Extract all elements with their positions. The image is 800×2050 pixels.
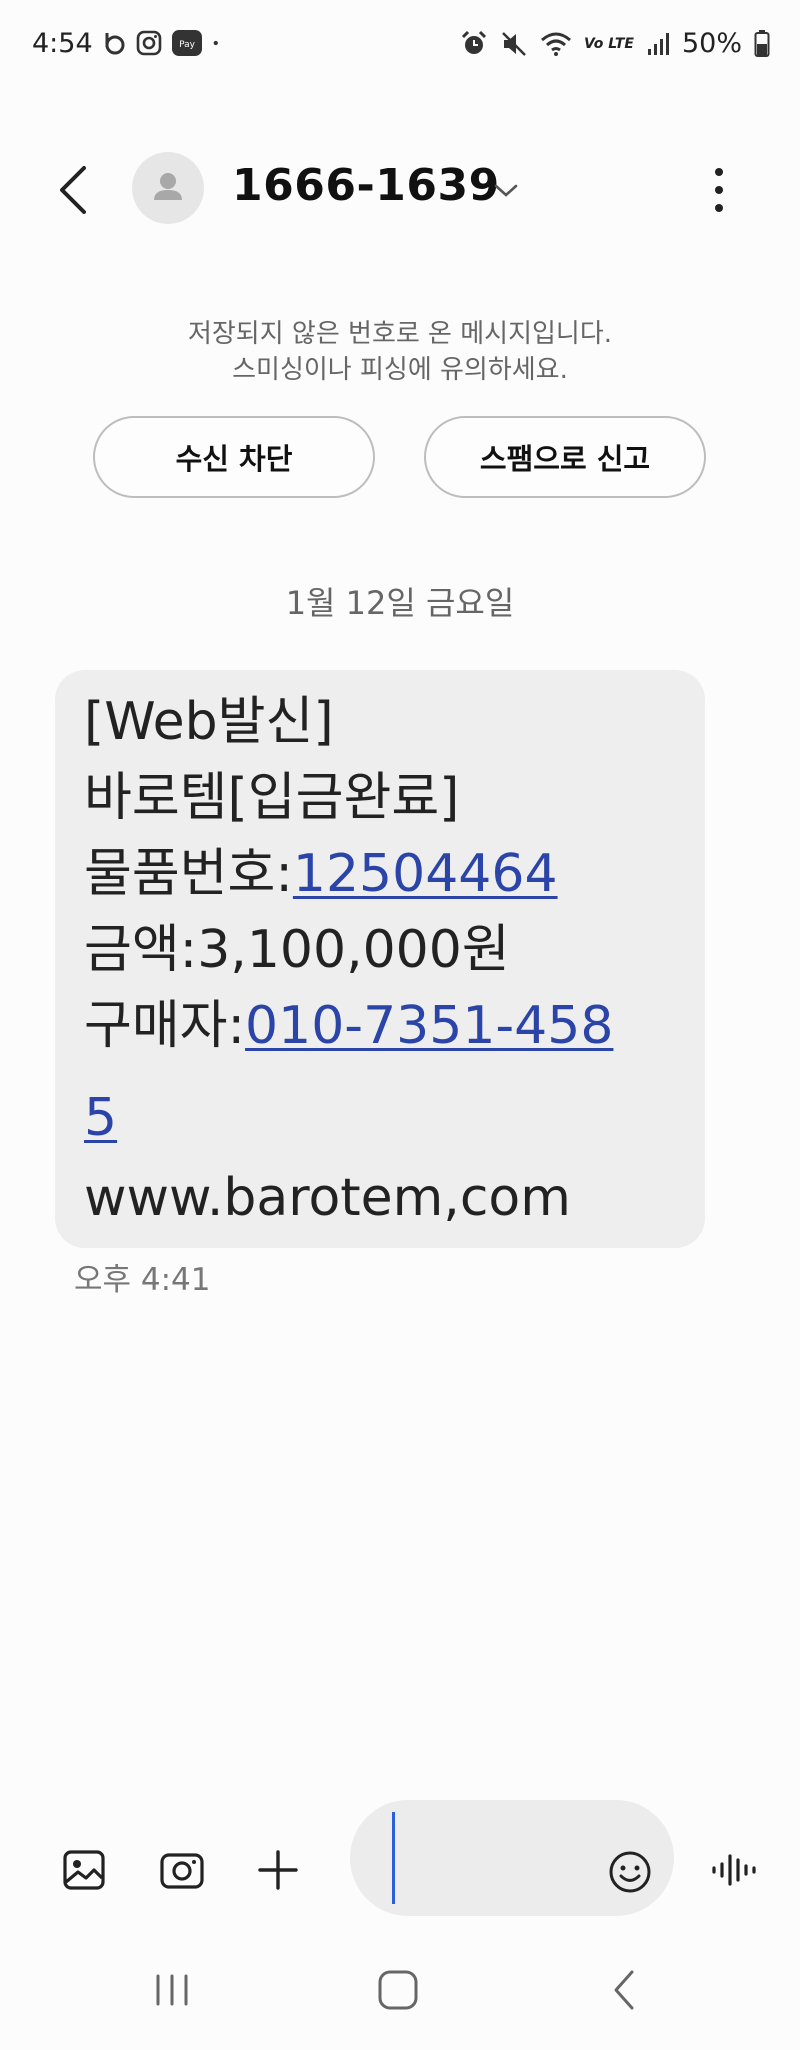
message-line-3: 물품번호:12504464 — [84, 842, 558, 906]
svg-text:Pay: Pay — [179, 40, 196, 50]
gallery-icon[interactable] — [60, 1846, 108, 1894]
message-line-2: 바로템[입금완료] — [84, 768, 460, 828]
message-label: 물품번호: — [84, 844, 293, 904]
warning-line-1: 저장되지 않은 번호로 온 메시지입니다. — [187, 319, 613, 349]
instagram-icon — [136, 30, 162, 56]
b-icon — [105, 33, 125, 55]
message-line-5: 구매자:010-7351-458 — [84, 994, 613, 1058]
chevron-down-icon[interactable] — [492, 178, 520, 202]
date-separator: 1월 12일 금요일 — [285, 584, 515, 622]
message-line-7: www.barotem,com — [84, 1168, 571, 1228]
voice-record-icon[interactable] — [710, 1846, 758, 1894]
phone-number-link[interactable]: 010-7351-458 — [245, 996, 613, 1056]
camera-icon[interactable] — [158, 1846, 206, 1894]
text-cursor — [392, 1812, 395, 1904]
message-time: 오후 4:41 — [74, 1262, 211, 1298]
recent-apps-icon[interactable] — [150, 1960, 194, 2020]
message-label: 구매자: — [84, 996, 246, 1056]
contact-number[interactable]: 1666-1639 — [232, 160, 500, 211]
status-right-icons: Vo LTE 50% — [460, 28, 770, 59]
block-number-button[interactable]: 수신 차단 — [93, 416, 375, 498]
alarm-icon — [461, 30, 487, 54]
mute-icon — [502, 31, 526, 56]
status-time: 4:54 — [32, 28, 93, 59]
signal-icon — [647, 32, 669, 55]
item-number-link[interactable]: 12504464 — [293, 844, 558, 904]
plus-icon[interactable] — [254, 1846, 302, 1894]
battery-percent: 50% — [681, 28, 742, 59]
wifi-icon — [540, 32, 571, 56]
volte-label: Vo LTE — [583, 35, 634, 52]
dot-icon — [213, 40, 218, 46]
message-line-1: [Web발신] — [84, 692, 334, 752]
emoji-icon[interactable] — [606, 1848, 654, 1896]
back-button[interactable] — [52, 162, 96, 218]
home-icon[interactable] — [372, 1960, 424, 2020]
battery-icon — [754, 29, 770, 57]
person-icon — [154, 173, 182, 200]
more-options-icon[interactable] — [706, 164, 732, 216]
pay-icon: Pay — [172, 30, 202, 56]
phone-number-link-cont[interactable]: 5 — [84, 1088, 117, 1148]
status-left-icons: Pay — [100, 30, 226, 56]
message-line-6: 5 — [84, 1086, 117, 1150]
report-spam-button[interactable]: 스팸으로 신고 — [424, 416, 706, 498]
avatar[interactable] — [132, 152, 204, 224]
warning-line-2: 스미싱이나 피싱에 유의하세요. — [232, 355, 568, 385]
message-line-4: 금액:3,100,000원 — [84, 920, 510, 980]
nav-back-icon[interactable] — [604, 1960, 644, 2020]
